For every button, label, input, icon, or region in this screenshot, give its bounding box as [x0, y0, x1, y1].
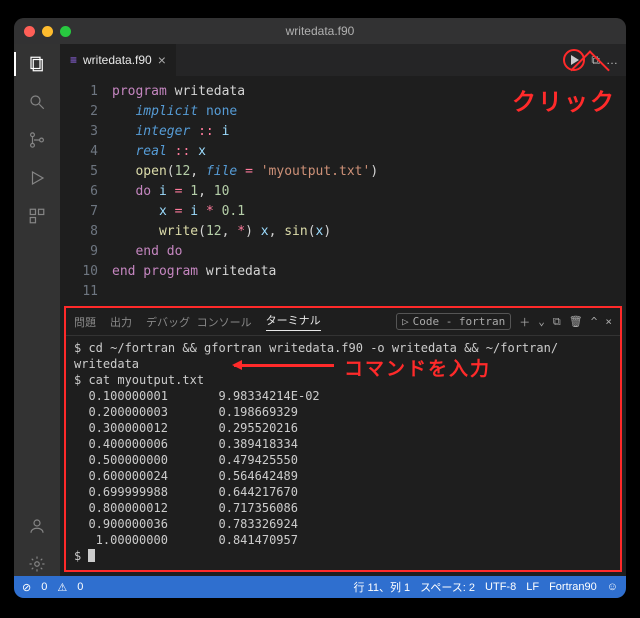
- line-numbers: 1234567891011: [60, 76, 112, 306]
- panel-tab-terminal[interactable]: ターミナル: [266, 312, 321, 331]
- source-control-icon[interactable]: [25, 128, 49, 152]
- titlebar: writedata.f90: [14, 18, 626, 44]
- status-eol[interactable]: LF: [526, 581, 539, 593]
- panel-tab-debug[interactable]: デバッグ コンソール: [146, 314, 252, 330]
- tab-label: writedata.f90: [83, 53, 152, 67]
- search-icon[interactable]: [25, 90, 49, 114]
- terminal-split-icon[interactable]: ⧉: [553, 315, 561, 329]
- play-small-icon: ▷: [402, 315, 409, 328]
- editor-tabs: ≡ writedata.f90 × ⧉ …: [60, 44, 626, 76]
- status-lncol[interactable]: 行 11、列 1: [353, 579, 410, 595]
- terminal-panel: 問題 出力 デバッグ コンソール ターミナル ▷ Code - fortran …: [64, 306, 622, 572]
- errors-count: 0: [41, 581, 47, 593]
- status-spaces[interactable]: スペース: 2: [420, 579, 475, 595]
- tab-close-icon[interactable]: ×: [158, 52, 166, 68]
- status-bar: ⊘ 0 ⚠ 0 行 11、列 1 スペース: 2 UTF-8 LF Fortra…: [14, 576, 626, 598]
- explorer-icon[interactable]: [25, 52, 49, 76]
- gear-icon[interactable]: [25, 552, 49, 576]
- account-icon[interactable]: [25, 514, 49, 538]
- annotation-arrow: [234, 364, 334, 367]
- more-actions-icon[interactable]: …: [606, 53, 618, 67]
- terminal-kind-label: ▷ Code - fortran: [396, 313, 511, 330]
- terminal-content[interactable]: $ cd ~/fortran && gfortran writedata.f90…: [66, 336, 620, 570]
- terminal-new-icon[interactable]: ＋: [519, 314, 530, 330]
- warnings-icon[interactable]: ⚠: [57, 581, 67, 594]
- terminal-kill-icon[interactable]: 🗑: [569, 315, 583, 328]
- annotation-click: クリック: [512, 82, 616, 117]
- status-lang[interactable]: Fortran90: [549, 581, 597, 593]
- panel-tab-problems[interactable]: 問題: [74, 314, 96, 330]
- warnings-count: 0: [77, 581, 83, 593]
- panel-maximize-icon[interactable]: ^: [591, 315, 598, 328]
- terminal-dropdown-icon[interactable]: ⌄: [538, 315, 545, 328]
- status-encoding[interactable]: UTF-8: [485, 581, 516, 593]
- run-debug-icon[interactable]: [25, 166, 49, 190]
- extensions-icon[interactable]: [25, 204, 49, 228]
- activity-bar: [14, 44, 60, 576]
- status-feedback-icon[interactable]: ☺: [607, 581, 618, 593]
- panel-close-icon[interactable]: ×: [605, 315, 612, 328]
- fortran-file-icon: ≡: [70, 53, 77, 67]
- window-title: writedata.f90: [14, 24, 626, 38]
- tab-writedata[interactable]: ≡ writedata.f90 ×: [60, 44, 177, 76]
- panel-tab-output[interactable]: 出力: [110, 314, 132, 330]
- errors-icon[interactable]: ⊘: [22, 581, 31, 594]
- annotation-command: コマンドを入力: [344, 354, 491, 381]
